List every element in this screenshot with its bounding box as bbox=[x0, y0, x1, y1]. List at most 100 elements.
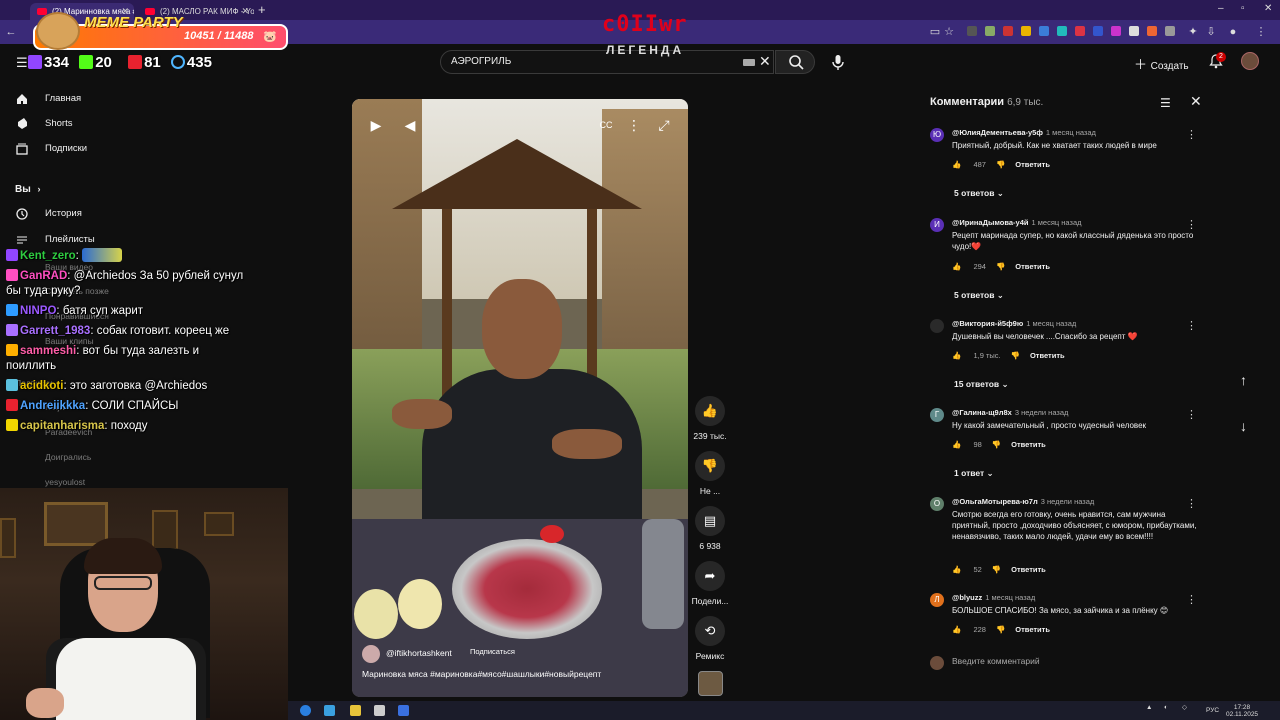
cast-icon[interactable]: ▭ bbox=[928, 25, 942, 39]
comment-dislike-icon[interactable]: 👎 bbox=[1011, 351, 1020, 360]
comment-author[interactable]: @ИринаДымова-у4й bbox=[952, 218, 1029, 227]
back-icon[interactable]: ← bbox=[4, 25, 18, 39]
download-icon[interactable]: ⇩ bbox=[1204, 25, 1218, 39]
extension-icon[interactable] bbox=[1021, 26, 1031, 36]
language-indicator[interactable]: РУС bbox=[1206, 707, 1219, 714]
comment-time[interactable]: 1 месяц назад bbox=[1026, 319, 1076, 328]
sidebar-item-home[interactable]: Главная bbox=[0, 88, 130, 110]
extension-icon[interactable] bbox=[985, 26, 995, 36]
comment-like-icon[interactable]: 👍 bbox=[952, 351, 963, 360]
comment-like-icon[interactable]: 👍 bbox=[952, 440, 963, 449]
sidebar-item-shorts[interactable]: Shorts bbox=[0, 113, 130, 135]
comment-dislike-icon[interactable]: 👎 bbox=[992, 565, 1001, 574]
profile-icon[interactable]: ● bbox=[1226, 25, 1240, 39]
extension-icon[interactable] bbox=[1165, 26, 1175, 36]
sound-thumbnail[interactable] bbox=[698, 671, 723, 696]
microphone-icon[interactable] bbox=[828, 52, 848, 72]
comment-dislike-icon[interactable]: 👎 bbox=[996, 625, 1005, 634]
sidebar-channel[interactable]: yesyoulost bbox=[45, 477, 85, 487]
comment-author[interactable]: @ОльгаМотырева-ю7л bbox=[952, 497, 1038, 506]
comment-avatar[interactable]: И bbox=[930, 218, 944, 232]
sidebar-item-history[interactable]: История bbox=[0, 203, 130, 225]
volume-icon[interactable]: ◀ bbox=[400, 115, 420, 135]
show-replies-button[interactable]: 15 ответов ⌄ bbox=[954, 379, 1009, 390]
like-button[interactable]: 👍 239 тыс. bbox=[690, 396, 730, 441]
captions-icon[interactable]: CC bbox=[596, 115, 616, 135]
extension-icon[interactable] bbox=[1147, 26, 1157, 36]
share-button[interactable]: ➦ Подели... bbox=[690, 561, 730, 606]
comment-avatar[interactable] bbox=[930, 319, 944, 333]
reply-button[interactable]: Ответить bbox=[1011, 565, 1046, 574]
clear-search-icon[interactable]: ✕ bbox=[759, 53, 771, 70]
close-comments-icon[interactable]: ✕ bbox=[1190, 93, 1202, 110]
minimize-icon[interactable]: – bbox=[1218, 3, 1224, 14]
comment-avatar[interactable]: Л bbox=[930, 593, 944, 607]
comment-time[interactable]: 3 недели назад bbox=[1015, 408, 1069, 417]
reply-button[interactable]: Ответить bbox=[1030, 351, 1065, 360]
hamburger-menu-icon[interactable]: ☰ bbox=[16, 55, 28, 71]
channel-avatar[interactable] bbox=[362, 645, 380, 663]
extensions-icon[interactable]: ✦ bbox=[1186, 25, 1200, 39]
new-tab-button[interactable]: + bbox=[258, 2, 266, 17]
reply-button[interactable]: Ответить bbox=[1015, 262, 1050, 271]
comment-time[interactable]: 1 месяц назад bbox=[1032, 218, 1082, 227]
comment-dislike-icon[interactable]: 👎 bbox=[996, 160, 1005, 169]
sidebar-item-subscriptions[interactable]: Подписки bbox=[0, 138, 130, 160]
close-window-icon[interactable]: ✕ bbox=[1264, 3, 1272, 14]
comment-like-icon[interactable]: 👍 bbox=[952, 262, 963, 271]
extension-icon[interactable] bbox=[1075, 26, 1085, 36]
maximize-icon[interactable]: ▫ bbox=[1241, 3, 1245, 14]
reply-button[interactable]: Ответить bbox=[1011, 440, 1046, 449]
more-options-icon[interactable]: ⋮ bbox=[624, 115, 644, 135]
notepad-icon[interactable] bbox=[374, 705, 385, 716]
remix-button[interactable]: ⟲ Ремикс bbox=[690, 616, 730, 661]
reply-button[interactable]: Ответить bbox=[1015, 625, 1050, 634]
comments-button[interactable]: ▤ 6 938 bbox=[690, 506, 730, 551]
comment-avatar[interactable]: Г bbox=[930, 408, 944, 422]
channel-name[interactable]: @iftikhortashkent bbox=[386, 648, 452, 658]
shorts-video-player[interactable]: ▶ ◀ CC ⋮ ⤢ @iftikhortashkent Подписаться… bbox=[352, 99, 688, 697]
comment-avatar[interactable]: Ю bbox=[930, 128, 944, 142]
extension-icon[interactable] bbox=[1039, 26, 1049, 36]
extension-icon[interactable] bbox=[1129, 26, 1139, 36]
comment-time[interactable]: 1 месяц назад bbox=[1046, 128, 1096, 137]
comment-time[interactable]: 3 недели назад bbox=[1041, 497, 1095, 506]
extension-icon[interactable] bbox=[1057, 26, 1067, 36]
close-tab-icon[interactable]: ✕ bbox=[241, 3, 249, 20]
comment-dislike-icon[interactable]: 👎 bbox=[996, 262, 1005, 271]
browser-icon[interactable] bbox=[324, 705, 335, 716]
search-button[interactable] bbox=[775, 50, 815, 74]
volume-tray-icon[interactable]: ◐ bbox=[1164, 704, 1168, 711]
comment-dislike-icon[interactable]: 👎 bbox=[992, 440, 1001, 449]
reply-button[interactable]: Ответить bbox=[1015, 160, 1050, 169]
comment-author[interactable]: @Галина-щ9л8х bbox=[952, 408, 1012, 417]
sidebar-channel[interactable]: Доигрались bbox=[45, 452, 91, 462]
comment-author[interactable]: @Виктория-й5ф9ю bbox=[952, 319, 1023, 328]
create-button[interactable]: ＋ Создать bbox=[1134, 54, 1189, 73]
sort-icon[interactable]: ☰ bbox=[1160, 96, 1171, 110]
fullscreen-icon[interactable]: ⤢ bbox=[654, 115, 674, 135]
subscribe-button[interactable]: Подписаться bbox=[464, 644, 521, 660]
keyboard-icon[interactable] bbox=[743, 59, 755, 66]
video-title[interactable]: Мариновка мяса #мариновка#мясо#шашлыки#н… bbox=[362, 669, 601, 679]
network-icon[interactable]: ▲ bbox=[1146, 704, 1152, 711]
extension-icon[interactable] bbox=[1003, 26, 1013, 36]
tray-icon[interactable]: ◇ bbox=[1182, 704, 1187, 711]
show-replies-button[interactable]: 1 ответ ⌄ bbox=[954, 468, 994, 479]
folder-icon[interactable] bbox=[350, 705, 361, 716]
comment-time[interactable]: 1 месяц назад bbox=[985, 593, 1035, 602]
extension-icon[interactable] bbox=[1093, 26, 1103, 36]
menu-dots-icon[interactable]: ⋮ bbox=[1254, 25, 1268, 39]
show-replies-button[interactable]: 5 ответов ⌄ bbox=[954, 188, 1004, 199]
comment-author[interactable]: @blyuzz bbox=[952, 593, 982, 602]
comment-like-icon[interactable]: 👍 bbox=[952, 625, 963, 634]
clock[interactable]: 17:28 02.11.2025 bbox=[1226, 704, 1258, 718]
edge-icon[interactable] bbox=[300, 705, 311, 716]
star-icon[interactable]: ☆ bbox=[942, 25, 956, 39]
show-replies-button[interactable]: 5 ответов ⌄ bbox=[954, 290, 1004, 301]
extension-icon[interactable] bbox=[1111, 26, 1121, 36]
play-icon[interactable]: ▶ bbox=[366, 115, 386, 135]
comment-input[interactable]: Введите комментарий bbox=[952, 656, 1040, 666]
comment-author[interactable]: @ЮлияДементьева-у5ф bbox=[952, 128, 1043, 137]
account-avatar[interactable] bbox=[1241, 52, 1259, 70]
